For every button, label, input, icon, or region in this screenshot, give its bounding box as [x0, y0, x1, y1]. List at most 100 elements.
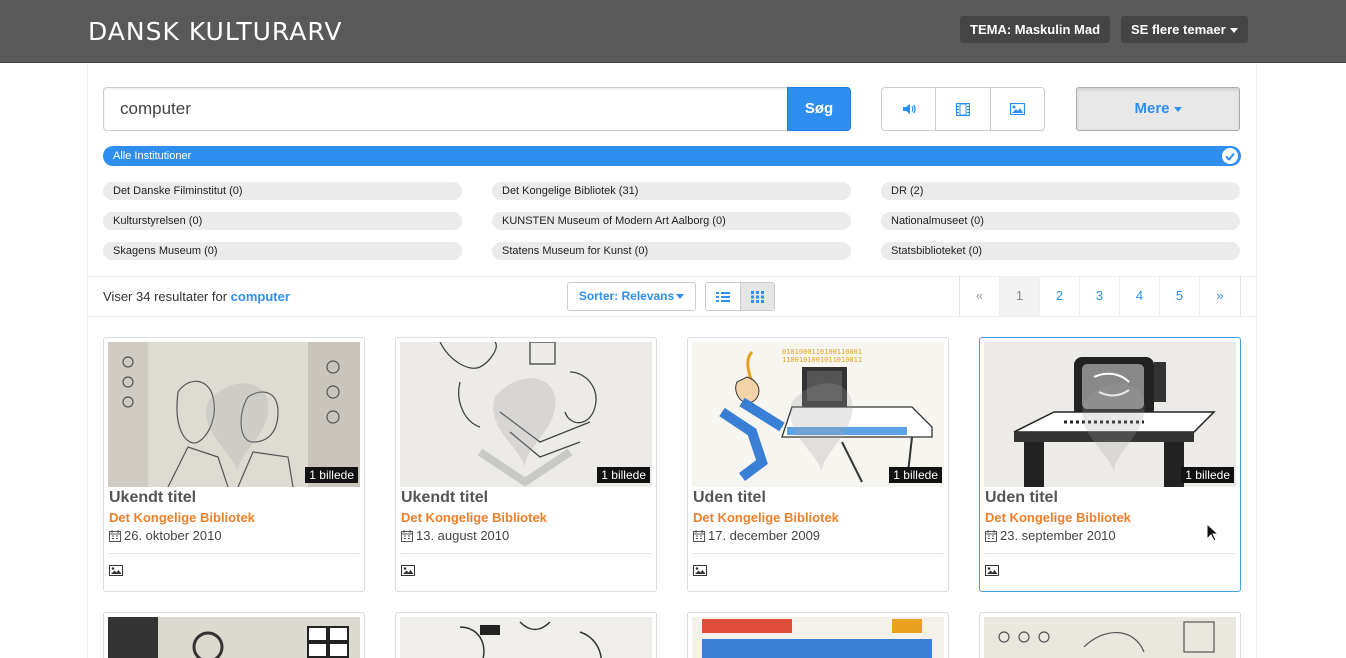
result-card[interactable]: 1 billede Uden titel Det Kongelige Bibli…: [979, 337, 1241, 592]
search-input[interactable]: computer: [103, 87, 788, 131]
sort-dropdown[interactable]: Sorter: Relevans: [567, 282, 696, 311]
all-institutions-toggle[interactable]: Alle Institutioner: [103, 146, 1241, 166]
card-title[interactable]: Uden titel: [693, 489, 766, 507]
list-icon: [715, 291, 730, 302]
chevron-down-icon: [1173, 106, 1182, 112]
institution-filter[interactable]: Statsbiblioteket (0): [881, 242, 1240, 260]
film-icon: [955, 102, 970, 116]
card-title[interactable]: Ukendt titel: [401, 489, 488, 507]
mouse-cursor-icon: [1206, 522, 1220, 548]
grid-view-button[interactable]: [739, 283, 774, 310]
card-institution[interactable]: Det Kongelige Bibliotek: [401, 510, 547, 525]
check-icon: [1222, 148, 1238, 164]
card-thumbnail[interactable]: 1 billede: [984, 342, 1236, 487]
chevron-down-icon: [676, 294, 685, 300]
result-card[interactable]: 0101000110100110001 1100101001011010011 …: [687, 337, 949, 592]
top-bar: DANSK KULTURARV TEMA: Maskulin Mad SE fl…: [0, 0, 1346, 63]
institution-filter[interactable]: DR (2): [881, 182, 1240, 200]
card-divider: [693, 553, 943, 554]
card-thumbnail[interactable]: 0101000110100110001 1100101001011010011 …: [692, 342, 944, 487]
institution-filter[interactable]: Det Danske Filminstitut (0): [103, 182, 462, 200]
theme-button[interactable]: TEMA: Maskulin Mad: [960, 16, 1111, 43]
institution-filter[interactable]: Nationalmuseet (0): [881, 212, 1240, 230]
results-prefix: Viser 34 resultater for: [103, 289, 228, 304]
page-1[interactable]: 1: [1000, 276, 1040, 316]
card-date: 26. oktober 2010: [109, 528, 222, 543]
sort-label: Sorter: Relevans: [578, 289, 675, 303]
image-count-badge: 1 billede: [1181, 467, 1234, 483]
more-themes-button[interactable]: SE flere temaer: [1121, 16, 1248, 43]
site-logo[interactable]: DANSK KULTURARV: [88, 17, 342, 46]
all-institutions-label: Alle Institutioner: [113, 150, 192, 162]
result-card[interactable]: [979, 612, 1241, 658]
image-type-icon: [401, 563, 415, 581]
svg-text:0101000110100110001: 0101000110100110001: [782, 348, 862, 356]
result-card[interactable]: [395, 612, 657, 658]
card-date-text: 23. september 2010: [1000, 528, 1116, 543]
card-thumbnail[interactable]: [692, 617, 944, 658]
card-date-text: 13. august 2010: [416, 528, 510, 543]
card-institution[interactable]: Det Kongelige Bibliotek: [109, 510, 255, 525]
institution-filter[interactable]: KUNSTEN Museum of Modern Art Aalborg (0): [492, 212, 851, 230]
calendar-icon: [109, 530, 121, 542]
card-date: 17. december 2009: [693, 528, 820, 543]
results-query-link[interactable]: computer: [231, 289, 290, 304]
image-type-icon: [985, 563, 999, 581]
search-button[interactable]: Søg: [787, 87, 851, 131]
results-summary: Viser 34 resultater for computer: [103, 289, 290, 304]
card-date: 13. august 2010: [401, 528, 509, 543]
result-card[interactable]: 1 billede Ukendt titel Det Kongelige Bib…: [103, 337, 365, 592]
card-institution[interactable]: Det Kongelige Bibliotek: [985, 510, 1131, 525]
page-prev[interactable]: «: [960, 276, 1000, 316]
pagination: « 1 2 3 4 5 »: [959, 276, 1241, 316]
card-date: 23. september 2010: [985, 528, 1116, 543]
card-divider: [109, 553, 359, 554]
image-type-icon: [693, 563, 707, 581]
image-filter-button[interactable]: [991, 88, 1044, 130]
page-2[interactable]: 2: [1040, 276, 1080, 316]
card-date-text: 17. december 2009: [708, 528, 821, 543]
calendar-icon: [693, 530, 705, 542]
page-3[interactable]: 3: [1080, 276, 1120, 316]
calendar-icon: [401, 530, 413, 542]
card-title[interactable]: Uden titel: [985, 489, 1058, 507]
view-toggle-group: [705, 282, 775, 311]
calendar-icon: [985, 530, 997, 542]
more-themes-label: SE flere temaer: [1131, 22, 1226, 37]
image-icon: [1009, 103, 1025, 115]
card-thumbnail[interactable]: [400, 617, 652, 658]
card-thumbnail[interactable]: 1 billede: [108, 342, 360, 487]
page-5[interactable]: 5: [1160, 276, 1200, 316]
chevron-down-icon: [1229, 28, 1238, 34]
institution-filter[interactable]: Statens Museum for Kunst (0): [492, 242, 851, 260]
grid-icon: [750, 290, 764, 303]
divider: [88, 316, 1256, 317]
media-filter-group: [881, 87, 1045, 131]
more-label: Mere: [1134, 100, 1170, 117]
card-divider: [401, 553, 651, 554]
page-4[interactable]: 4: [1120, 276, 1160, 316]
card-thumbnail[interactable]: 1 billede: [400, 342, 652, 487]
svg-text:1100101001011010011: 1100101001011010011: [782, 356, 862, 364]
result-card[interactable]: 1 billede Ukendt titel Det Kongelige Bib…: [395, 337, 657, 592]
institution-filter[interactable]: Kulturstyrelsen (0): [103, 212, 462, 230]
image-type-icon: [109, 563, 123, 581]
page-next[interactable]: »: [1200, 276, 1240, 316]
image-count-badge: 1 billede: [305, 467, 358, 483]
result-card[interactable]: [687, 612, 949, 658]
card-thumbnail[interactable]: [108, 617, 360, 658]
card-thumbnail[interactable]: [984, 617, 1236, 658]
institution-filter[interactable]: Skagens Museum (0): [103, 242, 462, 260]
more-button[interactable]: Mere: [1076, 87, 1240, 131]
image-count-badge: 1 billede: [597, 467, 650, 483]
list-view-button[interactable]: [706, 283, 740, 310]
film-filter-button[interactable]: [936, 88, 991, 130]
card-title[interactable]: Ukendt titel: [109, 489, 196, 507]
card-date-text: 26. oktober 2010: [124, 528, 222, 543]
institution-filter[interactable]: Det Kongelige Bibliotek (31): [492, 182, 851, 200]
card-divider: [985, 553, 1235, 554]
image-count-badge: 1 billede: [889, 467, 942, 483]
card-institution[interactable]: Det Kongelige Bibliotek: [693, 510, 839, 525]
result-card[interactable]: [103, 612, 365, 658]
audio-filter-button[interactable]: [882, 88, 937, 130]
